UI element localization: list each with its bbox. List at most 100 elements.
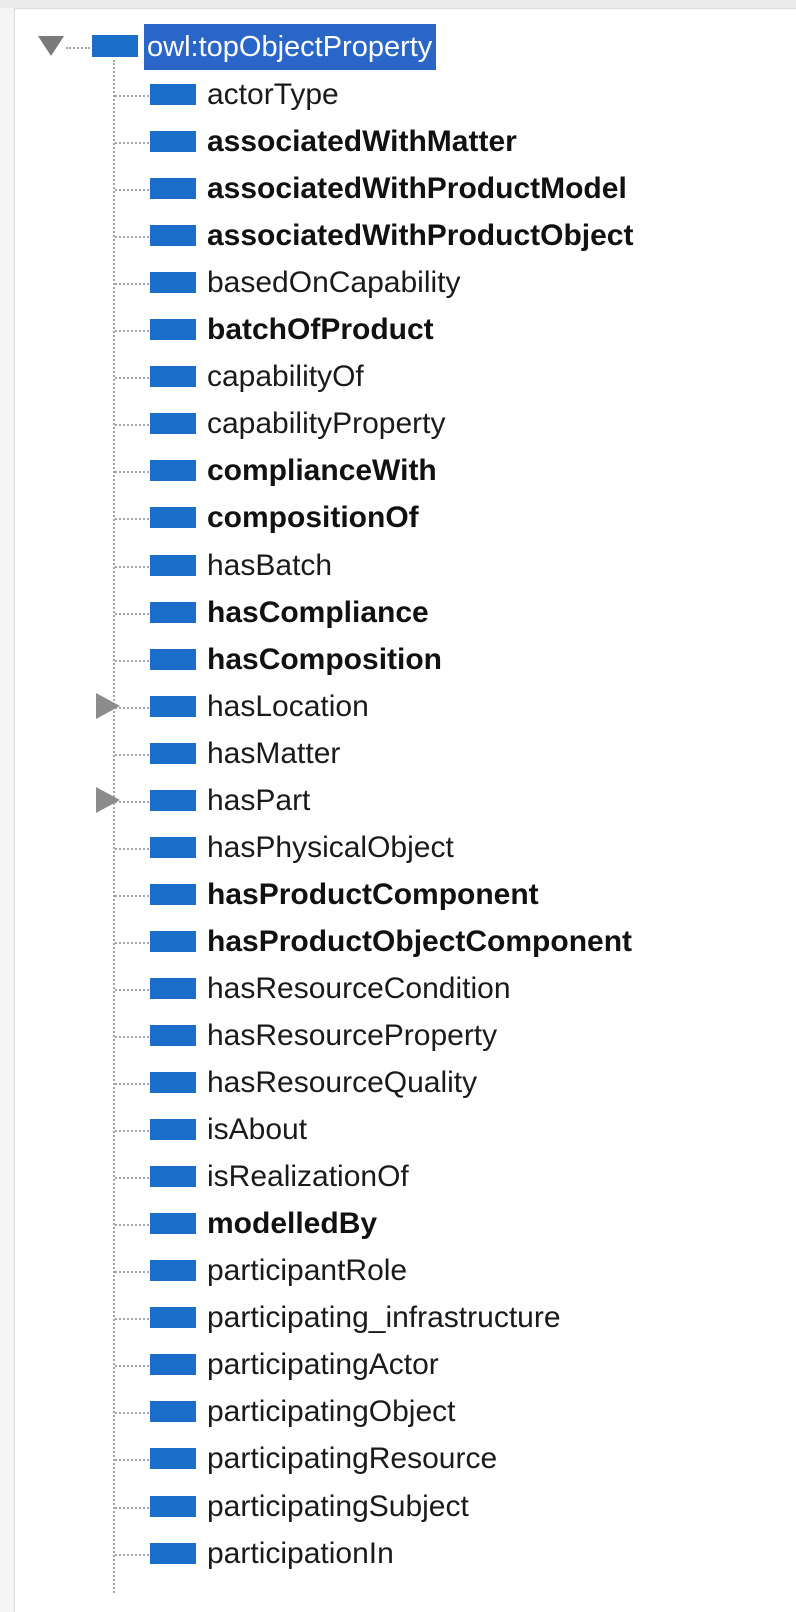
tree-node-label[interactable]: associatedWithMatter — [207, 119, 517, 165]
tree-connector-line — [115, 800, 149, 803]
tree-node-label[interactable]: complianceWith — [207, 448, 437, 494]
tree-node[interactable]: participating_infrastructure — [0, 1295, 796, 1341]
tree-node[interactable]: hasBatch — [0, 543, 796, 589]
object-property-icon — [150, 225, 196, 247]
object-property-icon — [150, 1213, 196, 1235]
tree-node[interactable]: modelledBy — [0, 1201, 796, 1247]
tree-node-label[interactable]: hasPart — [207, 778, 310, 824]
property-tree: owl:topObjectProperty actorType associate… — [0, 0, 796, 1612]
tree-node-label[interactable]: hasPhysicalObject — [207, 825, 454, 871]
tree-node-label[interactable]: hasProductObjectComponent — [207, 919, 632, 965]
tree-node-label[interactable]: hasMatter — [207, 731, 340, 777]
tree-node-label[interactable]: capabilityProperty — [207, 401, 445, 447]
object-property-icon — [150, 1260, 196, 1282]
tree-node-label[interactable]: modelledBy — [207, 1201, 377, 1247]
tree-node[interactable]: participantRole — [0, 1248, 796, 1294]
tree-node[interactable]: associatedWithProductObject — [0, 213, 796, 259]
tree-node-label[interactable]: hasComposition — [207, 637, 442, 683]
tree-node[interactable]: associatedWithProductModel — [0, 166, 796, 212]
tree-node-label[interactable]: hasCompliance — [207, 590, 429, 636]
tree-node[interactable]: isRealizationOf — [0, 1154, 796, 1200]
tree-connector-line — [115, 518, 149, 521]
tree-node[interactable]: batchOfProduct — [0, 307, 796, 353]
tree-connector-line — [115, 941, 149, 944]
tree-node[interactable]: hasLocation — [0, 684, 796, 730]
tree-node-label[interactable]: compositionOf — [207, 495, 419, 541]
tree-node-label[interactable]: capabilityOf — [207, 354, 364, 400]
tree-connector-line — [115, 1412, 149, 1415]
tree-connector-line — [115, 565, 149, 568]
tree-node-label[interactable]: hasLocation — [207, 684, 369, 730]
tree-node-label[interactable]: participantRole — [207, 1248, 407, 1294]
tree-connector-line — [115, 283, 149, 286]
tree-node[interactable]: isAbout — [0, 1107, 796, 1153]
tree-node[interactable]: hasProductObjectComponent — [0, 919, 796, 965]
tree-node-label[interactable]: participating_infrastructure — [207, 1295, 561, 1341]
tree-connector-line — [115, 1271, 149, 1274]
expand-triangle-icon[interactable] — [96, 786, 120, 813]
tree-node-label[interactable]: isAbout — [207, 1107, 307, 1153]
tree-node-label[interactable]: associatedWithProductModel — [207, 166, 627, 212]
tree-node[interactable]: participatingResource — [0, 1436, 796, 1482]
tree-node[interactable]: complianceWith — [0, 448, 796, 494]
tree-connector-line — [115, 894, 149, 897]
object-property-icon — [150, 1354, 196, 1376]
object-property-icon — [150, 1072, 196, 1094]
tree-node-label[interactable]: associatedWithProductObject — [207, 213, 633, 259]
object-property-icon — [150, 930, 196, 952]
tree-node[interactable]: hasMatter — [0, 731, 796, 777]
tree-node[interactable]: basedOnCapability — [0, 260, 796, 306]
tree-node[interactable]: hasPhysicalObject — [0, 825, 796, 871]
tree-node-label[interactable]: hasResourceProperty — [207, 1013, 497, 1059]
tree-node[interactable]: hasPart — [0, 778, 796, 824]
object-property-icon — [150, 836, 196, 858]
object-property-icon — [150, 1307, 196, 1329]
tree-root-node[interactable]: owl:topObjectProperty — [0, 24, 796, 70]
tree-connector-line — [115, 424, 149, 427]
object-property-icon — [150, 84, 196, 105]
tree-node[interactable]: hasComposition — [0, 637, 796, 683]
tree-node-label[interactable]: participatingObject — [207, 1389, 455, 1435]
tree-connector-line — [115, 236, 149, 239]
tree-node-label[interactable]: participatingActor — [207, 1342, 439, 1388]
tree-node[interactable]: hasProductComponent — [0, 872, 796, 918]
tree-node[interactable]: associatedWithMatter — [0, 119, 796, 165]
object-property-icon — [150, 554, 196, 576]
tree-node-label[interactable]: hasProductComponent — [207, 872, 539, 918]
tree-node[interactable]: participatingObject — [0, 1389, 796, 1435]
root-node-label[interactable]: owl:topObjectProperty — [144, 24, 437, 70]
tree-node[interactable]: capabilityProperty — [0, 401, 796, 447]
tree-node-label[interactable]: participatingResource — [207, 1436, 497, 1482]
tree-node[interactable]: hasResourceQuality — [0, 1060, 796, 1106]
collapse-triangle-icon[interactable] — [38, 36, 64, 56]
tree-node[interactable]: hasCompliance — [0, 590, 796, 636]
tree-node[interactable]: participatingActor — [0, 1342, 796, 1388]
tree-node[interactable]: hasResourceCondition — [0, 966, 796, 1012]
tree-node-label[interactable]: participationIn — [207, 1531, 394, 1577]
tree-connector-line — [115, 1036, 149, 1038]
tree-connector-line — [115, 988, 149, 991]
tree-node-label[interactable]: batchOfProduct — [207, 307, 434, 353]
tree-node[interactable]: capabilityOf — [0, 354, 796, 400]
tree-node-label[interactable]: isRealizationOf — [207, 1154, 409, 1200]
tree-node[interactable]: participatingSubject — [0, 1484, 796, 1530]
object-property-icon — [150, 131, 196, 153]
expand-triangle-icon[interactable] — [96, 692, 120, 719]
tree-node-label[interactable]: participatingSubject — [207, 1484, 469, 1530]
tree-node-label[interactable]: hasResourceQuality — [207, 1060, 477, 1106]
object-property-icon — [150, 413, 196, 435]
tree-node[interactable]: hasResourceProperty — [0, 1013, 796, 1059]
tree-node-label[interactable]: hasResourceCondition — [207, 966, 511, 1012]
tree-connector-line — [115, 330, 149, 333]
tree-connector-line — [66, 47, 90, 49]
tree-node-label[interactable]: basedOnCapability — [207, 260, 461, 306]
tree-node-label[interactable]: hasBatch — [207, 543, 332, 589]
tree-node[interactable]: participationIn — [0, 1531, 796, 1577]
object-property-icon — [150, 1119, 196, 1141]
object-property-icon — [150, 1025, 196, 1046]
tree-node[interactable]: actorType — [0, 72, 796, 118]
tree-node[interactable]: compositionOf — [0, 495, 796, 541]
tree-connector-line — [115, 659, 149, 662]
tree-node-label[interactable]: actorType — [207, 72, 339, 118]
tree-connector-line — [115, 1083, 149, 1086]
